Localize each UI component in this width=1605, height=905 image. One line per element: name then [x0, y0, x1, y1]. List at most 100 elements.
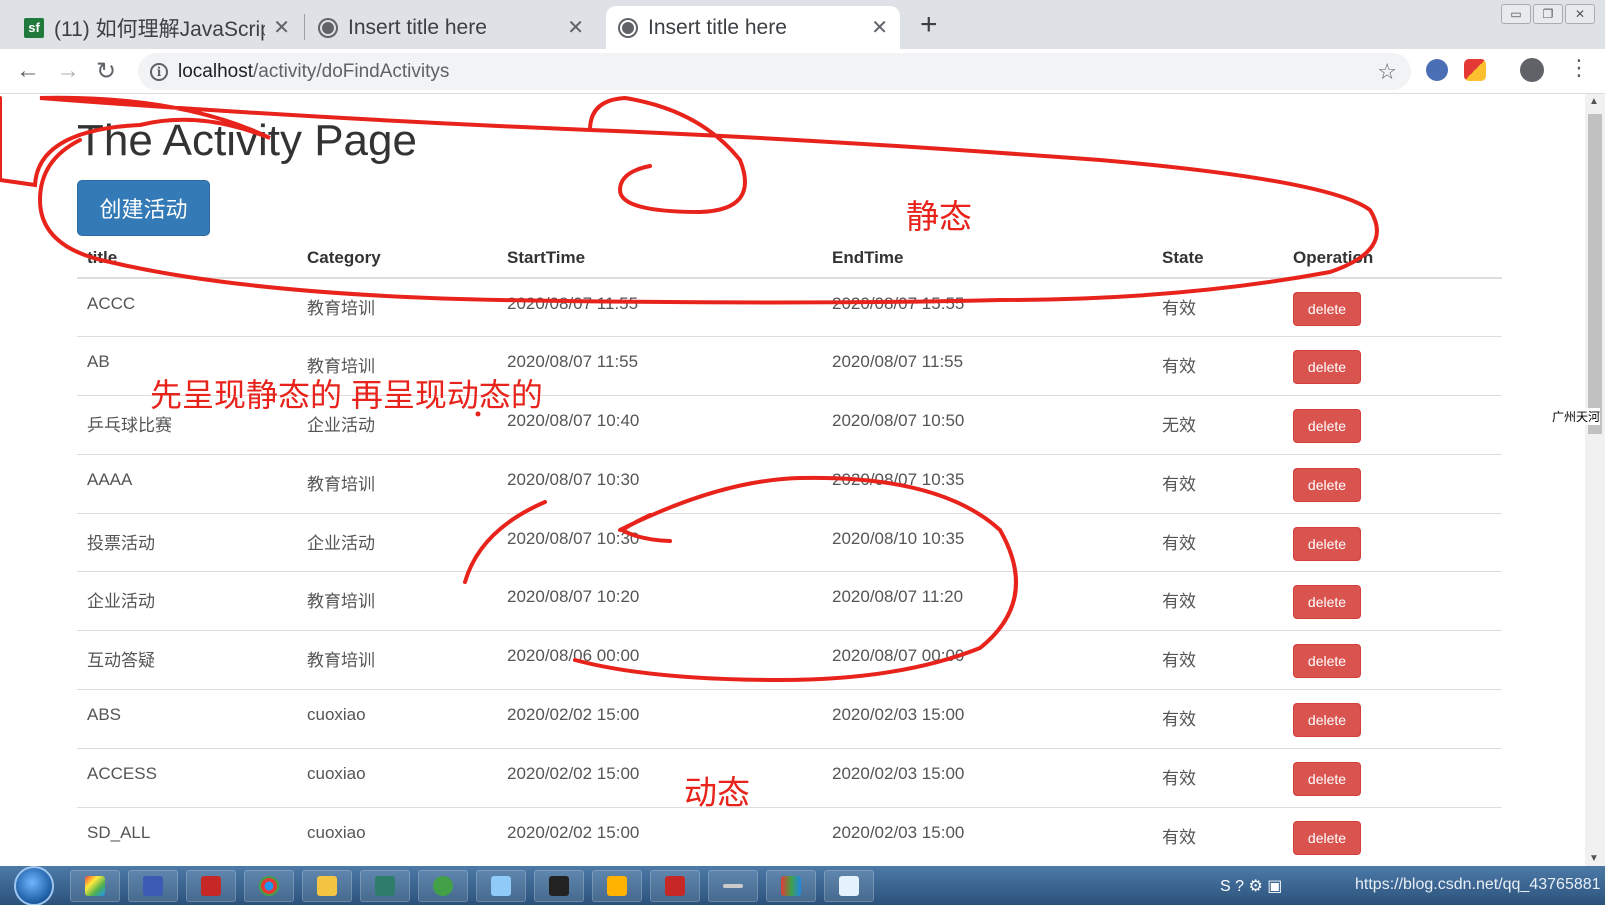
taskbar-app-icon[interactable]: [244, 870, 294, 902]
delete-button[interactable]: delete: [1293, 703, 1361, 738]
delete-button[interactable]: delete: [1293, 409, 1361, 444]
browser-toolbar: ← → ↻ i localhost/activity/doFindActivit…: [0, 49, 1605, 94]
activity-table: title Category StartTime EndTime State O…: [77, 238, 1502, 866]
taskbar-app-icon[interactable]: [766, 870, 816, 902]
close-tab-icon[interactable]: ✕: [567, 15, 584, 40]
cell-start-time: 2020/08/07 11:55: [497, 277, 822, 337]
system-tray[interactable]: S ? ⚙ ▣: [1220, 876, 1282, 896]
cell-state: 有效: [1152, 806, 1283, 866]
tab-sf[interactable]: sf (11) 如何理解JavaScript ✕: [12, 6, 302, 49]
delete-button[interactable]: delete: [1293, 292, 1361, 326]
tab-insert-title-active[interactable]: Insert title here ✕: [606, 6, 900, 49]
cell-end-time: 2020/08/07 10:35: [822, 453, 1152, 514]
scroll-down-icon[interactable]: ▼: [1589, 853, 1599, 864]
reload-icon[interactable]: ↻: [96, 57, 116, 86]
sf-icon: sf: [24, 17, 44, 38]
address-bar[interactable]: i localhost/activity/doFindActivitys ☆: [138, 53, 1411, 90]
page-title: The Activity Page: [77, 116, 417, 165]
cell-end-time: 2020/08/07 00:00: [822, 630, 1152, 690]
minimize-button[interactable]: ▭: [1501, 4, 1531, 24]
cell-operation: delete: [1283, 747, 1502, 808]
column-header-state: State: [1152, 238, 1283, 279]
url-text[interactable]: localhost/activity/doFindActivitys: [178, 61, 1377, 83]
delete-button[interactable]: delete: [1293, 526, 1361, 561]
cell-operation: delete: [1283, 336, 1502, 396]
table-row: AAAA 教育培训 2020/08/07 10:30 2020/08/07 10:35…: [77, 453, 1502, 514]
table-row: 企业活动 教育培训 2020/08/07 10:20 2020/08/07 11:20…: [77, 571, 1502, 631]
globe-icon: [618, 17, 638, 38]
taskbar-app-icon[interactable]: [592, 870, 642, 902]
cell-start-time: 2020/08/07 10:40: [497, 395, 822, 455]
cell-start-time: 2020/02/02 15:00: [497, 689, 822, 749]
cell-end-time: 2020/02/03 15:00: [822, 689, 1152, 749]
cell-state: 有效: [1152, 277, 1283, 337]
taskbar-app-icon[interactable]: [128, 870, 178, 902]
table-row: ACCC 教育培训 2020/08/07 11:55 2020/08/07 15:55…: [77, 277, 1502, 337]
annotation-static-label: 静态: [906, 198, 972, 235]
annotation-dynamic-label: 动态: [684, 774, 750, 811]
table-row: SD_ALL cuoxiao 2020/02/02 15:00 2020/02/03 …: [77, 806, 1502, 866]
cell-start-time: 2020/02/02 15:00: [497, 747, 822, 808]
delete-button[interactable]: delete: [1293, 820, 1361, 855]
cell-title: SD_ALL: [77, 806, 297, 866]
back-icon[interactable]: ←: [16, 57, 40, 85]
taskbar-app-icon[interactable]: [708, 870, 758, 902]
table-row: 互动答疑 教育培训 2020/08/06 00:00 2020/08/07 00:00…: [77, 630, 1502, 690]
cell-category: 企业活动: [297, 512, 497, 572]
cell-category: 教育培训: [297, 571, 497, 631]
maximize-button[interactable]: ❐: [1533, 4, 1563, 24]
delete-button[interactable]: delete: [1293, 350, 1361, 385]
bookmark-star-icon[interactable]: ☆: [1377, 59, 1397, 85]
cell-end-time: 2020/02/03 15:00: [822, 806, 1152, 866]
delete-button[interactable]: delete: [1293, 761, 1361, 796]
taskbar-app-icon[interactable]: [186, 870, 236, 902]
close-window-button[interactable]: ✕: [1565, 4, 1595, 24]
tab-insert-title-1[interactable]: Insert title here ✕: [306, 6, 596, 49]
cell-start-time: 2020/02/02 15:00: [497, 806, 822, 866]
tab-title: Insert title here: [348, 15, 487, 39]
page-scrollbar[interactable]: ▲ ▼: [1585, 94, 1605, 866]
cell-end-time: 2020/08/07 11:20: [822, 571, 1152, 631]
cell-title: 企业活动: [77, 571, 297, 631]
cell-operation: delete: [1283, 277, 1502, 337]
cell-title: 投票活动: [77, 512, 297, 572]
scrollbar-thumb[interactable]: [1588, 114, 1602, 434]
close-tab-icon[interactable]: ✕: [273, 15, 290, 40]
cell-title: ACCC: [77, 277, 297, 337]
taskbar-app-icon[interactable]: [476, 870, 526, 902]
column-header-start-time: StartTime: [497, 238, 822, 279]
new-tab-button[interactable]: +: [920, 8, 938, 42]
taskbar-app-icon[interactable]: [70, 870, 120, 902]
cell-state: 有效: [1152, 336, 1283, 396]
cell-state: 有效: [1152, 630, 1283, 690]
window-controls: ▭ ❐ ✕: [1501, 4, 1595, 24]
taskbar-app-icon[interactable]: [418, 870, 468, 902]
taskbar-app-icon[interactable]: [360, 870, 410, 902]
cell-operation: delete: [1283, 395, 1502, 455]
close-tab-icon[interactable]: ✕: [871, 15, 888, 40]
taskbar-app-icon[interactable]: [824, 870, 874, 902]
scroll-up-icon[interactable]: ▲: [1589, 96, 1599, 107]
delete-button[interactable]: delete: [1293, 467, 1361, 502]
start-button[interactable]: [14, 866, 54, 905]
extension-icon[interactable]: [1426, 59, 1448, 81]
os-taskbar: S ? ⚙ ▣ https://blog.csdn.net/qq_4376588…: [0, 866, 1605, 905]
cell-title: AAAA: [77, 453, 297, 514]
cell-start-time: 2020/08/06 00:00: [497, 630, 822, 690]
taskbar-app-icon[interactable]: [302, 870, 352, 902]
menu-icon[interactable]: ⋮: [1568, 55, 1590, 81]
extension-icon[interactable]: [1464, 59, 1486, 81]
cell-start-time: 2020/08/07 10:30: [497, 453, 822, 514]
cell-end-time: 2020/08/07 10:50: [822, 395, 1152, 455]
cell-operation: delete: [1283, 689, 1502, 749]
forward-icon[interactable]: →: [56, 57, 80, 85]
account-icon[interactable]: [1520, 58, 1544, 82]
taskbar-app-icon[interactable]: [650, 870, 700, 902]
cell-state: 有效: [1152, 747, 1283, 808]
cell-state: 有效: [1152, 512, 1283, 572]
delete-button[interactable]: delete: [1293, 585, 1361, 620]
taskbar-app-icon[interactable]: [534, 870, 584, 902]
site-info-icon[interactable]: i: [150, 62, 168, 81]
delete-button[interactable]: delete: [1293, 644, 1361, 679]
create-activity-button[interactable]: 创建活动: [77, 180, 210, 236]
